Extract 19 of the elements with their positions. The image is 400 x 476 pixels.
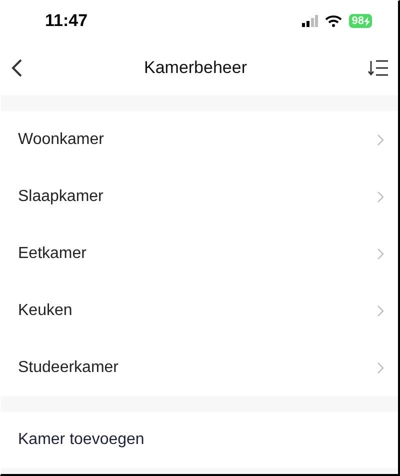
room-item[interactable]: Slaapkamer bbox=[1, 168, 398, 225]
charging-icon bbox=[364, 16, 370, 26]
chevron-icon bbox=[377, 134, 384, 146]
back-icon[interactable] bbox=[11, 58, 23, 78]
add-room-link[interactable]: Kamer toevoegen bbox=[18, 431, 144, 449]
status-time: 11:47 bbox=[45, 11, 88, 31]
room-item[interactable]: Keuken bbox=[1, 282, 398, 339]
chevron-icon bbox=[377, 304, 384, 316]
sort-icon[interactable] bbox=[368, 59, 388, 77]
page-title: Kamerbeheer bbox=[142, 58, 248, 78]
chevron-icon bbox=[377, 190, 384, 202]
wifi-icon bbox=[324, 15, 342, 27]
room-item[interactable]: Eetkamer bbox=[1, 225, 398, 282]
chevron-icon bbox=[377, 248, 384, 260]
room-item[interactable]: Studeerkamer bbox=[1, 339, 398, 396]
signal-icon bbox=[302, 15, 318, 27]
chevron-icon bbox=[377, 362, 384, 374]
room-item[interactable]: Woonkamer bbox=[1, 111, 398, 168]
battery-level: 98 bbox=[348, 14, 372, 28]
